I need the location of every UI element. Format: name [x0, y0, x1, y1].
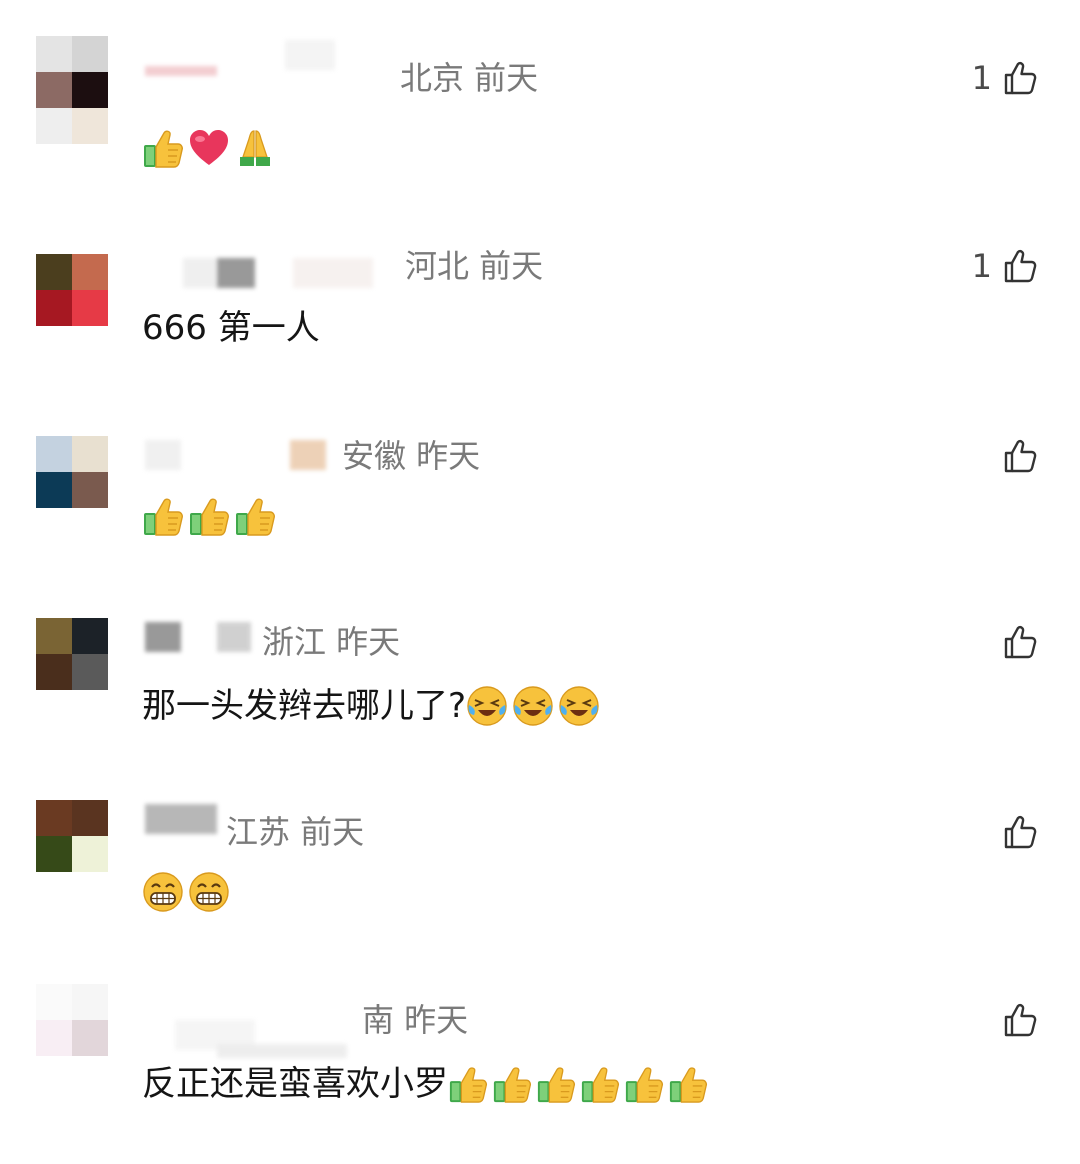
like-button[interactable]: 1 [972, 56, 1040, 100]
username-blurred[interactable] [145, 36, 375, 76]
grinning-face-icon [188, 871, 230, 913]
avatar[interactable] [36, 254, 108, 326]
thumbs-up-icon [188, 495, 230, 537]
crying-laughing-icon [466, 685, 508, 727]
thumbs-up-outline-icon [1000, 436, 1040, 476]
thumbs-up-icon [492, 1064, 532, 1104]
username-blurred[interactable] [145, 800, 225, 836]
comment-item: 安徽 昨天 [0, 436, 1080, 606]
username-blurred[interactable] [145, 618, 255, 654]
avatar[interactable] [36, 36, 108, 108]
thumbs-up-icon [536, 1064, 576, 1104]
avatar[interactable] [36, 618, 108, 690]
comment-text: 666 第一人 [142, 308, 320, 348]
comment-text [142, 864, 234, 920]
username-blurred[interactable] [145, 984, 365, 1058]
comment-item: 北京 前天 1 [0, 36, 1080, 206]
like-count: 1 [971, 247, 992, 285]
comment-item: 河北 前天 1 666 第一人 [0, 247, 1080, 424]
comment-item: 南 昨天 反正还是蛮喜欢小罗 [0, 984, 1080, 1164]
like-button[interactable]: 1 [972, 244, 1040, 288]
location-time: 河北 前天 [405, 247, 544, 285]
comment-item: 浙江 昨天 那一头发辫去哪儿了? [0, 618, 1080, 788]
thumbs-up-icon [668, 1064, 708, 1104]
location-time: 浙江 昨天 [262, 623, 401, 661]
location-time: 南 昨天 [362, 1001, 469, 1039]
thumbs-up-outline-icon [1000, 622, 1040, 662]
comment-text [142, 488, 280, 544]
thumbs-up-icon [580, 1064, 620, 1104]
thumbs-up-icon [624, 1064, 664, 1104]
avatar[interactable] [36, 436, 108, 508]
heart-icon [188, 127, 230, 169]
thumbs-up-icon [234, 495, 276, 537]
avatar[interactable] [36, 984, 108, 1056]
avatar-lower [36, 108, 108, 144]
location-time: 安徽 昨天 [342, 437, 481, 475]
comment-text: 那一头发辫去哪儿了? [142, 678, 604, 734]
thumbs-up-icon [448, 1064, 488, 1104]
grinning-face-icon [142, 871, 184, 913]
comment-text: 反正还是蛮喜欢小罗 [142, 1056, 712, 1112]
thumbs-up-icon [142, 495, 184, 537]
username-blurred[interactable] [145, 436, 345, 472]
comment-item: 江苏 前天 [0, 800, 1080, 970]
like-button[interactable] [992, 620, 1040, 664]
thumbs-up-outline-icon [1000, 1000, 1040, 1040]
thumbs-up-outline-icon [1000, 58, 1040, 98]
thumbs-up-icon [142, 127, 184, 169]
location-time: 江苏 前天 [226, 813, 365, 851]
like-button[interactable] [992, 810, 1040, 854]
like-button[interactable] [992, 998, 1040, 1042]
crying-laughing-icon [512, 685, 554, 727]
avatar[interactable] [36, 800, 108, 872]
thumbs-up-outline-icon [1000, 812, 1040, 852]
comment-text [142, 120, 280, 176]
username-blurred[interactable] [145, 254, 405, 290]
like-count: 1 [971, 59, 992, 97]
like-button[interactable] [992, 434, 1040, 478]
thumbs-up-outline-icon [1000, 246, 1040, 286]
crying-laughing-icon [558, 685, 600, 727]
praying-hands-icon [234, 127, 276, 169]
location-time: 北京 前天 [400, 59, 539, 97]
